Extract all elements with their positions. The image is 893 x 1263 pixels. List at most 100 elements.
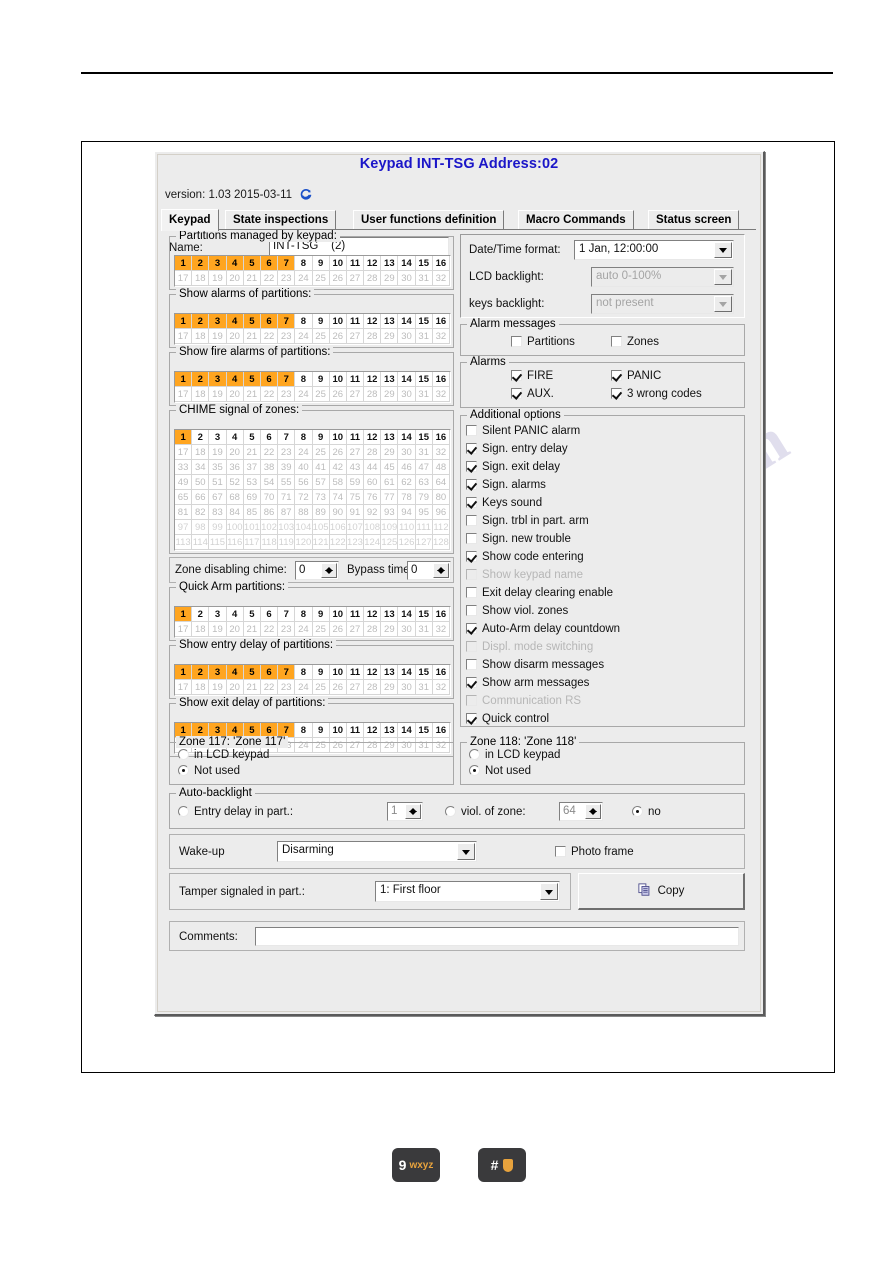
alarm-messages-zones[interactable]: Zones bbox=[611, 336, 659, 348]
grid-cell-68[interactable]: 68 bbox=[226, 490, 244, 505]
grid-cell-17[interactable]: 17 bbox=[175, 387, 193, 402]
grid-cell-12[interactable]: 12 bbox=[364, 314, 382, 329]
additional-option-0[interactable]: Silent PANIC alarm bbox=[466, 422, 620, 440]
grid-cell-9[interactable]: 9 bbox=[312, 372, 330, 387]
grid-cell-17[interactable]: 17 bbox=[175, 445, 193, 460]
additional-option-7[interactable]: Show code entering bbox=[466, 548, 620, 566]
checkbox[interactable] bbox=[466, 461, 477, 472]
spinner-buttons[interactable] bbox=[585, 804, 601, 819]
grid-cell-67[interactable]: 67 bbox=[209, 490, 227, 505]
grid-cell-23[interactable]: 23 bbox=[278, 387, 296, 402]
grid-cell-120[interactable]: 120 bbox=[295, 535, 313, 550]
grid-cell-24[interactable]: 24 bbox=[295, 271, 313, 286]
grid-cell-35[interactable]: 35 bbox=[209, 460, 227, 475]
alarm-aux[interactable]: AUX. bbox=[511, 388, 554, 400]
grid-cell-31[interactable]: 31 bbox=[415, 445, 433, 460]
grid-cell-23[interactable]: 23 bbox=[278, 622, 296, 637]
checkbox[interactable] bbox=[611, 336, 622, 347]
keys-backlight-combo[interactable]: not present bbox=[591, 294, 734, 314]
grid-cell-26[interactable]: 26 bbox=[329, 680, 347, 695]
grid-cell-125[interactable]: 125 bbox=[381, 535, 399, 550]
grid-cell-12[interactable]: 12 bbox=[364, 665, 382, 680]
partition-grid[interactable]: 1234567891011121314151617181920212223242… bbox=[174, 606, 451, 638]
grid-cell-30[interactable]: 30 bbox=[398, 622, 416, 637]
grid-cell-1[interactable]: 1 bbox=[175, 430, 193, 445]
grid-cell-30[interactable]: 30 bbox=[398, 271, 416, 286]
grid-cell-30[interactable]: 30 bbox=[398, 445, 416, 460]
grid-cell-21[interactable]: 21 bbox=[243, 622, 261, 637]
grid-cell-124[interactable]: 124 bbox=[364, 535, 382, 550]
chevron-down-icon[interactable] bbox=[714, 296, 732, 312]
grid-cell-4[interactable]: 4 bbox=[226, 372, 244, 387]
grid-cell-79[interactable]: 79 bbox=[415, 490, 433, 505]
grid-cell-30[interactable]: 30 bbox=[398, 387, 416, 402]
grid-cell-72[interactable]: 72 bbox=[295, 490, 313, 505]
grid-cell-113[interactable]: 113 bbox=[175, 535, 193, 550]
grid-cell-8[interactable]: 8 bbox=[295, 665, 313, 680]
grid-cell-128[interactable]: 128 bbox=[432, 535, 450, 550]
grid-cell-43[interactable]: 43 bbox=[346, 460, 365, 475]
grid-cell-14[interactable]: 14 bbox=[398, 607, 416, 622]
grid-cell-66[interactable]: 66 bbox=[192, 490, 210, 505]
chevron-down-icon[interactable] bbox=[714, 242, 732, 258]
checkbox[interactable] bbox=[466, 713, 477, 724]
tab-status-screen[interactable]: Status screen bbox=[648, 210, 740, 230]
checkbox[interactable] bbox=[466, 479, 477, 490]
grid-cell-22[interactable]: 22 bbox=[260, 387, 279, 402]
grid-cell-48[interactable]: 48 bbox=[432, 460, 450, 475]
grid-cell-19[interactable]: 19 bbox=[209, 271, 227, 286]
additional-option-2[interactable]: Sign. exit delay bbox=[466, 458, 620, 476]
additional-option-16[interactable]: Quick control bbox=[466, 710, 620, 728]
grid-cell-38[interactable]: 38 bbox=[260, 460, 279, 475]
grid-cell-19[interactable]: 19 bbox=[209, 329, 227, 344]
auto-backlight-entry-delay[interactable]: Entry delay in part.: bbox=[178, 806, 293, 818]
grid-cell-87[interactable]: 87 bbox=[278, 505, 296, 520]
grid-cell-37[interactable]: 37 bbox=[243, 460, 261, 475]
radio[interactable] bbox=[178, 806, 189, 817]
grid-cell-11[interactable]: 11 bbox=[346, 665, 365, 680]
grid-cell-58[interactable]: 58 bbox=[329, 475, 347, 490]
auto-backlight-entry-delay-spinner[interactable]: 1 bbox=[387, 802, 423, 821]
grid-cell-74[interactable]: 74 bbox=[329, 490, 347, 505]
grid-cell-16[interactable]: 16 bbox=[432, 256, 450, 271]
grid-cell-1[interactable]: 1 bbox=[175, 256, 193, 271]
datetime-format-combo[interactable]: 1 Jan, 12:00:00 bbox=[574, 240, 734, 260]
grid-cell-13[interactable]: 13 bbox=[381, 665, 399, 680]
grid-cell-31[interactable]: 31 bbox=[415, 329, 433, 344]
grid-cell-27[interactable]: 27 bbox=[346, 622, 365, 637]
grid-cell-4[interactable]: 4 bbox=[226, 314, 244, 329]
grid-cell-127[interactable]: 127 bbox=[415, 535, 433, 550]
grid-cell-19[interactable]: 19 bbox=[209, 622, 227, 637]
grid-cell-8[interactable]: 8 bbox=[295, 607, 313, 622]
grid-cell-2[interactable]: 2 bbox=[192, 314, 210, 329]
checkbox[interactable] bbox=[511, 388, 522, 399]
grid-cell-11[interactable]: 11 bbox=[346, 256, 365, 271]
radio[interactable] bbox=[469, 749, 480, 760]
checkbox[interactable] bbox=[511, 370, 522, 381]
grid-cell-13[interactable]: 13 bbox=[381, 723, 399, 738]
auto-backlight-no[interactable]: no bbox=[632, 806, 661, 818]
grid-cell-12[interactable]: 12 bbox=[364, 256, 382, 271]
grid-cell-19[interactable]: 19 bbox=[209, 445, 227, 460]
grid-cell-12[interactable]: 12 bbox=[364, 430, 382, 445]
grid-cell-13[interactable]: 13 bbox=[381, 256, 399, 271]
grid-cell-28[interactable]: 28 bbox=[364, 622, 382, 637]
grid-cell-15[interactable]: 15 bbox=[415, 372, 433, 387]
grid-cell-61[interactable]: 61 bbox=[381, 475, 399, 490]
checkbox[interactable] bbox=[555, 846, 566, 857]
grid-cell-17[interactable]: 17 bbox=[175, 329, 193, 344]
grid-cell-6[interactable]: 6 bbox=[260, 372, 279, 387]
grid-cell-11[interactable]: 11 bbox=[346, 607, 365, 622]
grid-cell-29[interactable]: 29 bbox=[381, 622, 399, 637]
grid-cell-9[interactable]: 9 bbox=[312, 607, 330, 622]
grid-cell-19[interactable]: 19 bbox=[209, 387, 227, 402]
grid-cell-7[interactable]: 7 bbox=[278, 256, 296, 271]
grid-cell-118[interactable]: 118 bbox=[260, 535, 279, 550]
grid-cell-31[interactable]: 31 bbox=[415, 622, 433, 637]
tamper-combo[interactable]: 1: First floor bbox=[375, 881, 560, 902]
grid-cell-3[interactable]: 3 bbox=[209, 430, 227, 445]
grid-cell-84[interactable]: 84 bbox=[226, 505, 244, 520]
spinner-buttons[interactable] bbox=[433, 563, 449, 578]
grid-cell-15[interactable]: 15 bbox=[415, 256, 433, 271]
grid-cell-91[interactable]: 91 bbox=[346, 505, 365, 520]
